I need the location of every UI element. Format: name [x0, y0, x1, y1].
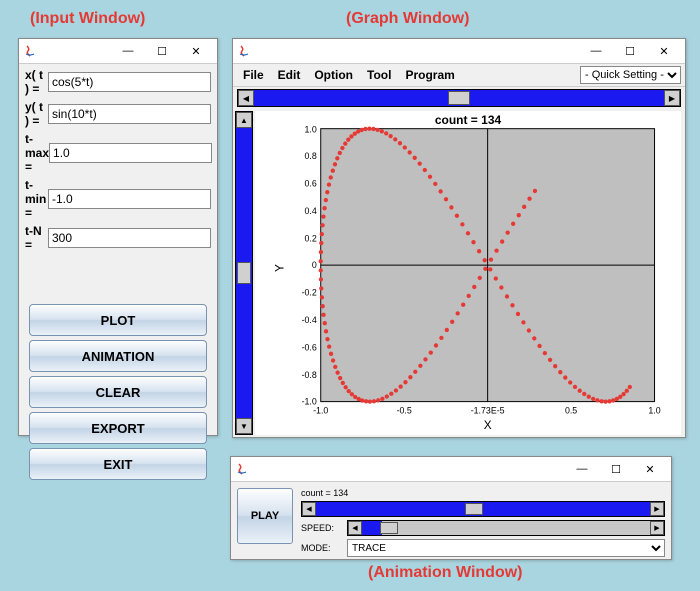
plot-area: count = 134 1.0 0.8 0.6 0.4 0.2 0: [255, 111, 681, 435]
count-slider[interactable]: ◀ ▶: [301, 501, 665, 517]
graph-scroll-horizontal-top[interactable]: ◀ ▶: [237, 89, 681, 107]
ytick: 0: [312, 260, 317, 270]
ytick: -0.2: [302, 288, 317, 298]
scroll-up-icon[interactable]: ▲: [236, 112, 252, 128]
java-icon: [237, 44, 251, 58]
scroll-right-icon[interactable]: ▶: [650, 502, 664, 516]
xt-label: x( t ) =: [25, 68, 48, 96]
plot-svg: 1.0 0.8 0.6 0.4 0.2 0 -0.2 -0.4 -0.6 -0.…: [255, 111, 681, 435]
ytick: 0.2: [305, 234, 317, 244]
ytick: 0.4: [305, 206, 317, 216]
tmax-input[interactable]: [49, 143, 212, 163]
xtick: -1.73E-5: [471, 405, 505, 415]
menu-option[interactable]: Option: [308, 66, 359, 84]
minimize-button[interactable]: ―: [579, 41, 613, 61]
ytick: -0.6: [302, 343, 317, 353]
scroll-left-icon[interactable]: ◀: [238, 90, 254, 106]
scroll-down-icon[interactable]: ▼: [236, 418, 252, 434]
graph-window-label: (Graph Window): [346, 10, 469, 28]
graph-titlebar[interactable]: ― ☐ ✕: [233, 39, 685, 64]
java-icon: [23, 44, 37, 58]
animation-window-label: (Animation Window): [368, 564, 523, 582]
tn-input[interactable]: [48, 228, 211, 248]
export-button[interactable]: EXPORT: [29, 412, 207, 444]
input-window-label: (Input Window): [30, 10, 145, 28]
xtick: 0.5: [565, 405, 577, 415]
yt-label: y( t ) =: [25, 100, 48, 128]
plot-title: count = 134: [255, 113, 681, 127]
yt-input[interactable]: [48, 104, 211, 124]
ylabel: Y: [273, 264, 286, 272]
scroll-thumb[interactable]: [465, 503, 483, 515]
close-button[interactable]: ✕: [179, 41, 213, 61]
tmax-label: t-max =: [25, 132, 49, 174]
animation-button[interactable]: ANIMATION: [29, 340, 207, 372]
mode-select[interactable]: TRACE: [347, 539, 665, 557]
animation-window: ― ☐ ✕ PLAY count = 134 ◀ ▶ SPEED: ◀ ▶: [230, 456, 672, 560]
graph-window: ― ☐ ✕ File Edit Option Tool Program - Qu…: [232, 38, 686, 438]
tmin-input[interactable]: [48, 189, 211, 209]
clear-button[interactable]: CLEAR: [29, 376, 207, 408]
mode-label: MODE:: [301, 543, 341, 553]
speed-slider[interactable]: ◀ ▶: [347, 520, 665, 536]
xlabel: X: [484, 419, 492, 432]
speed-label: SPEED:: [301, 523, 341, 533]
exit-button[interactable]: EXIT: [29, 448, 207, 480]
quick-setting-select[interactable]: - Quick Setting -: [580, 66, 681, 84]
ytick: -0.4: [302, 315, 317, 325]
minimize-button[interactable]: ―: [111, 41, 145, 61]
scroll-right-icon[interactable]: ▶: [664, 90, 680, 106]
play-button[interactable]: PLAY: [237, 488, 293, 544]
graph-scroll-vertical[interactable]: ▲ ▼: [235, 111, 253, 435]
maximize-button[interactable]: ☐: [599, 459, 633, 479]
tn-label: t-N =: [25, 224, 48, 252]
input-titlebar[interactable]: ― ☐ ✕: [19, 39, 217, 64]
anim-titlebar[interactable]: ― ☐ ✕: [231, 457, 671, 482]
scroll-thumb[interactable]: [237, 262, 251, 284]
minimize-button[interactable]: ―: [565, 459, 599, 479]
scroll-thumb[interactable]: [380, 522, 398, 534]
menu-program[interactable]: Program: [399, 66, 460, 84]
ytick: -0.8: [302, 370, 317, 380]
plot-button[interactable]: PLOT: [29, 304, 207, 336]
close-button[interactable]: ✕: [633, 459, 667, 479]
anim-count-label: count = 134: [301, 488, 665, 498]
menu-edit[interactable]: Edit: [272, 66, 307, 84]
xtick: 1.0: [648, 405, 660, 415]
xt-input[interactable]: [48, 72, 211, 92]
scroll-thumb[interactable]: [448, 91, 470, 105]
scroll-left-icon[interactable]: ◀: [348, 521, 362, 535]
java-icon: [235, 462, 249, 476]
scroll-left-icon[interactable]: ◀: [302, 502, 316, 516]
input-window: ― ☐ ✕ x( t ) = y( t ) = t-max = t-min = …: [18, 38, 218, 436]
menubar: File Edit Option Tool Program - Quick Se…: [233, 64, 685, 87]
menu-tool[interactable]: Tool: [361, 66, 397, 84]
ytick: 0.8: [305, 151, 317, 161]
xtick: -0.5: [397, 405, 412, 415]
ytick: 0.6: [305, 179, 317, 189]
tmin-label: t-min =: [25, 178, 48, 220]
maximize-button[interactable]: ☐: [613, 41, 647, 61]
scroll-right-icon[interactable]: ▶: [650, 521, 664, 535]
maximize-button[interactable]: ☐: [145, 41, 179, 61]
menu-file[interactable]: File: [237, 66, 270, 84]
xtick: -1.0: [313, 405, 328, 415]
close-button[interactable]: ✕: [647, 41, 681, 61]
